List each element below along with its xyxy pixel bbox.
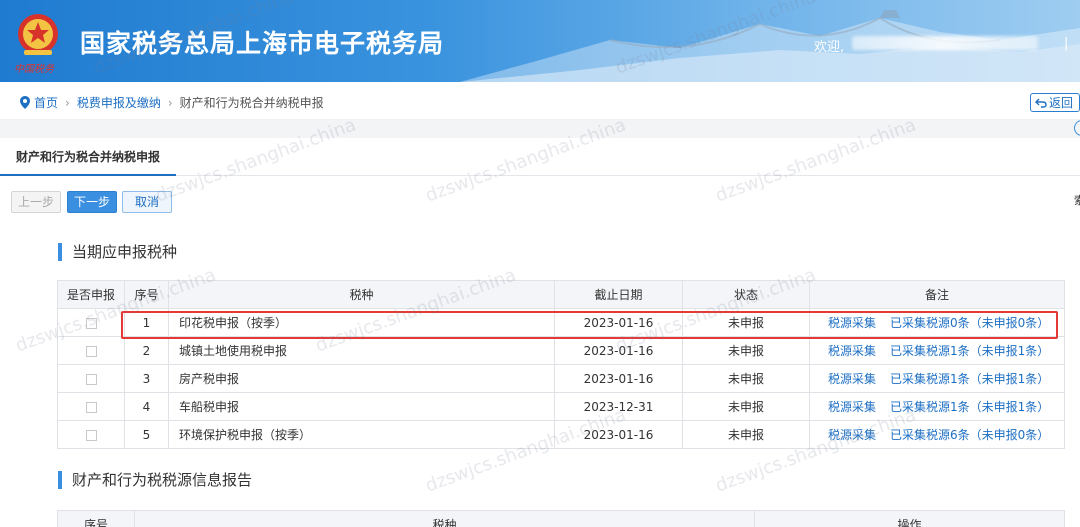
breadcrumb-current: 财产和行为税合并纳税申报 <box>179 96 324 110</box>
tax-type: 车船税申报 <box>168 392 555 421</box>
breadcrumb-home-link[interactable]: 首页 <box>34 94 58 111</box>
collected-sources-link[interactable]: 已采集税源6条（未申报0条） <box>890 428 1049 442</box>
breadcrumb: 首页 › 税费申报及缴纳 › 财产和行为税合并纳税申报 <box>20 94 324 111</box>
divider-band <box>0 120 1080 138</box>
column-header: 备注 <box>809 280 1065 309</box>
breadcrumb-tax-filing-link[interactable]: 税费申报及缴纳 <box>77 94 161 111</box>
declare-checkbox[interactable] <box>85 401 97 413</box>
row-number: 5 <box>124 420 169 449</box>
collected-sources-link[interactable]: 已采集税源1条（未申报1条） <box>890 400 1049 414</box>
section-title-current-taxes: 当期应申报税种 <box>58 243 177 261</box>
deadline: 2023-01-16 <box>554 364 683 393</box>
back-button[interactable]: 返回 <box>1030 93 1080 112</box>
next-step-button[interactable]: 下一步 <box>67 191 117 213</box>
table-header-row: 是否申报 序号 税种 截止日期 状态 备注 <box>57 280 1065 309</box>
row-number: 4 <box>124 392 169 421</box>
tax-source-collect-link[interactable]: 税源采集 <box>828 344 876 358</box>
tax-type: 环境保护税申报（按季） <box>168 420 555 449</box>
breadcrumb-chevron-icon: › <box>65 95 70 110</box>
deadline: 2023-01-16 <box>554 420 683 449</box>
side-search-text[interactable]: 索 <box>1074 192 1080 208</box>
declare-checkbox[interactable] <box>85 373 97 385</box>
site-header: 中国税务 国家税务总局上海市电子税务局 欢迎, | <box>0 0 1080 82</box>
location-pin-icon <box>20 96 30 109</box>
current-taxes-table: 是否申报 序号 税种 截止日期 状态 备注 1 印花税申报（按季） 2023-0… <box>57 280 1065 449</box>
tax-source-report-table: 序号 税种 操作 <box>57 510 1065 527</box>
tab-bar: 财产和行为税合并纳税申报 <box>0 138 1080 176</box>
tax-type: 城镇土地使用税申报 <box>168 336 555 365</box>
status: 未申报 <box>682 420 810 449</box>
column-header: 税种 <box>134 510 755 527</box>
breadcrumb-bar: 首页 › 税费申报及缴纳 › 财产和行为税合并纳税申报 <box>0 82 1080 120</box>
column-header: 序号 <box>57 510 135 527</box>
return-arrow-icon <box>1035 98 1047 108</box>
status: 未申报 <box>682 336 810 365</box>
deadline: 2023-01-16 <box>554 308 683 337</box>
breadcrumb-chevron-icon: › <box>167 95 173 110</box>
tax-emblem-icon <box>18 14 58 55</box>
cancel-button[interactable]: 取消 <box>122 191 172 213</box>
back-button-label: 返回 <box>1049 96 1074 110</box>
previous-step-button[interactable]: 上一步 <box>11 191 61 213</box>
tax-source-collect-link[interactable]: 税源采集 <box>828 316 876 330</box>
row-number: 1 <box>124 308 169 337</box>
table-header-row: 序号 税种 操作 <box>57 510 1065 527</box>
row-number: 3 <box>124 364 169 393</box>
tax-source-collect-link[interactable]: 税源采集 <box>828 372 876 386</box>
column-header: 是否申报 <box>57 280 125 309</box>
table-row: 2 城镇土地使用税申报 2023-01-16 未申报 税源采集 已采集税源1条（未… <box>57 336 1065 365</box>
row-number: 2 <box>124 336 169 365</box>
column-header: 序号 <box>124 280 169 309</box>
deadline: 2023-01-16 <box>554 336 683 365</box>
tab-property-behavior-tax[interactable]: 财产和行为税合并纳税申报 <box>0 138 177 176</box>
collected-sources-link[interactable]: 已采集税源0条（未申报0条） <box>890 316 1049 330</box>
section-title-tax-source-report: 财产和行为税税源信息报告 <box>58 471 252 489</box>
collected-sources-link[interactable]: 已采集税源1条（未申报1条） <box>890 344 1049 358</box>
status: 未申报 <box>682 392 810 421</box>
tax-source-collect-link[interactable]: 税源采集 <box>828 428 876 442</box>
redacted-username[interactable] <box>852 36 1038 50</box>
status: 未申报 <box>682 364 810 393</box>
site-title: 国家税务总局上海市电子税务局 <box>80 29 445 58</box>
table-row: 4 车船税申报 2023-12-31 未申报 税源采集 已采集税源1条（未申报1条… <box>57 392 1065 421</box>
column-header: 税种 <box>168 280 555 309</box>
column-header: 操作 <box>754 510 1065 527</box>
declare-checkbox[interactable] <box>85 317 97 329</box>
header-separator: | <box>1064 36 1069 51</box>
collected-sources-link[interactable]: 已采集税源1条（未申报1条） <box>890 372 1049 386</box>
declare-checkbox[interactable] <box>85 429 97 441</box>
tax-source-collect-link[interactable]: 税源采集 <box>828 400 876 414</box>
column-header: 状态 <box>682 280 810 309</box>
table-row: 1 印花税申报（按季） 2023-01-16 未申报 税源采集 已采集税源0条（未… <box>57 308 1065 337</box>
tax-type: 房产税申报 <box>168 364 555 393</box>
table-row: 5 环境保护税申报（按季） 2023-01-16 未申报 税源采集 已采集税源6条… <box>57 420 1065 449</box>
deadline: 2023-12-31 <box>554 392 683 421</box>
welcome-text: 欢迎, <box>814 40 845 55</box>
brand-subtitle: 中国税务 <box>14 64 54 75</box>
table-row: 3 房产税申报 2023-01-16 未申报 税源采集 已采集税源1条（未申报1条… <box>57 364 1065 393</box>
declare-checkbox[interactable] <box>85 345 97 357</box>
status: 未申报 <box>682 308 810 337</box>
column-header: 截止日期 <box>554 280 683 309</box>
tax-type: 印花税申报（按季） <box>168 308 555 337</box>
